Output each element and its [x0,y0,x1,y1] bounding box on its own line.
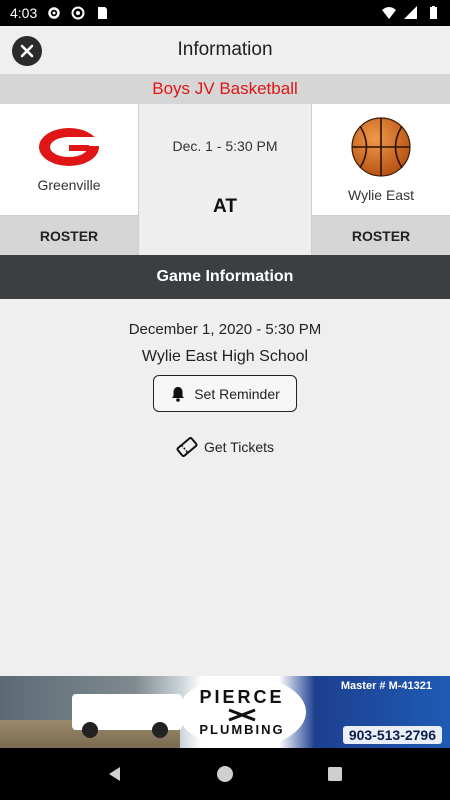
bell-icon [172,386,185,402]
home-icon[interactable] [216,765,234,783]
sync-icon [71,6,85,20]
greenville-logo-icon [39,127,100,166]
sport-title: Boys JV Basketball [152,79,298,98]
wifi-icon [382,7,396,19]
matchup-separator: AT [213,196,237,217]
game-info-heading: Game Information [156,268,294,285]
matchup-center: Dec. 1 - 5:30 PM AT [138,104,312,255]
ad-license: Master # M-41321 [340,680,432,692]
ad-brand-line2: PLUMBING [199,722,285,737]
wrench-icon [228,708,256,722]
get-tickets-link[interactable]: Get Tickets [0,436,450,458]
app-header: Information [0,26,450,74]
sd-card-icon [98,7,108,19]
home-team-name: Greenville [37,176,101,193]
away-team-card[interactable]: Wylie East [312,104,450,215]
basketball-icon [351,116,411,177]
status-bar: 4:03 [0,0,450,26]
matchup-panel: Greenville ROSTER Dec. 1 - 5:30 PM AT Wy… [0,104,450,255]
set-reminder-label: Set Reminder [194,385,280,402]
away-team: Wylie East ROSTER [312,104,450,255]
signal-icon [404,6,417,19]
page-title: Information [177,39,273,60]
recents-icon[interactable] [326,765,344,783]
game-details: December 1, 2020 - 5:30 PM Wylie East Hi… [0,299,450,676]
set-reminder-button[interactable]: Set Reminder [153,375,297,412]
status-time: 4:03 [10,5,38,21]
home-team-card[interactable]: Greenville [0,104,138,215]
ticket-icon [176,436,198,458]
away-roster-button[interactable]: ROSTER [312,215,450,255]
ad-banner[interactable]: PIERCE PLUMBING Master # M-41321 903-513… [0,676,450,748]
away-team-name: Wylie East [347,186,414,203]
close-icon [20,44,34,58]
ad-phone: 903-513-2796 [342,726,442,744]
game-info-header: Game Information [0,255,450,299]
battery-icon [430,6,437,19]
ad-brand-line1: PIERCE [199,687,285,707]
game-datetime: December 1, 2020 - 5:30 PM [128,321,322,338]
matchup-date: Dec. 1 - 5:30 PM [172,138,278,154]
ad-logo: PIERCE PLUMBING [178,676,306,748]
get-tickets-label: Get Tickets [203,439,275,455]
system-nav-bar [0,748,450,800]
sport-banner: Boys JV Basketball [0,74,450,104]
settings-icon [48,7,60,19]
ad-truck-graphic [72,694,182,738]
back-icon[interactable] [106,765,124,783]
home-team: Greenville ROSTER [0,104,138,255]
game-venue: Wylie East High School [141,348,309,365]
close-button[interactable] [12,36,42,66]
home-roster-button[interactable]: ROSTER [0,215,138,255]
